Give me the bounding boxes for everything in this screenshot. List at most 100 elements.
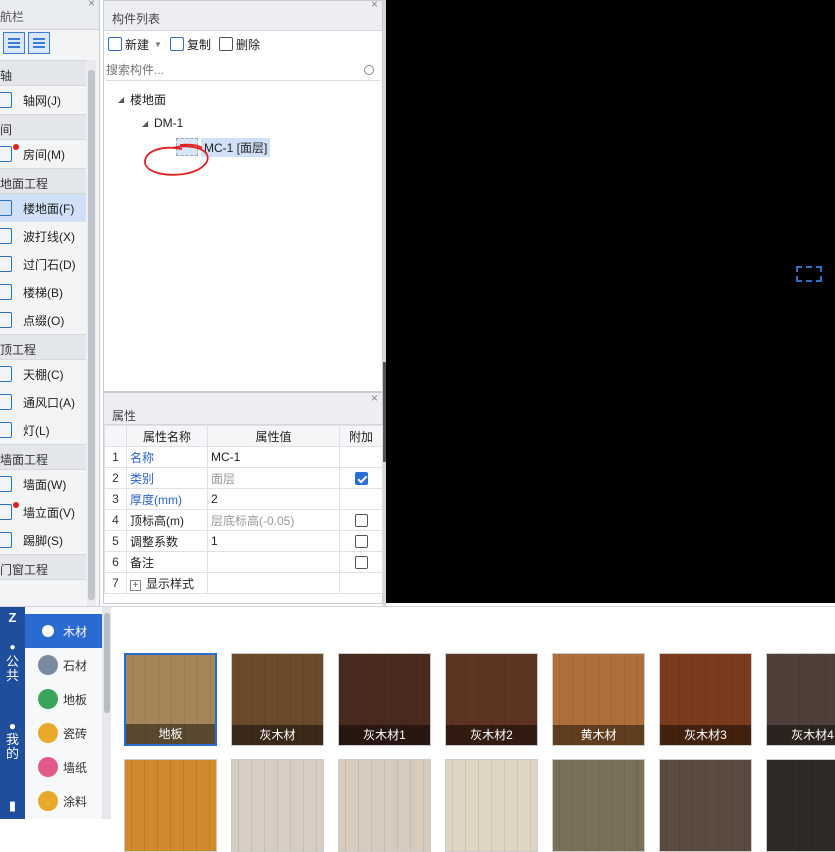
- property-value[interactable]: 层底标高(-0.05): [207, 509, 340, 531]
- nav-category[interactable]: 顶工程: [0, 334, 86, 360]
- properties-close-icon[interactable]: ×: [371, 391, 378, 405]
- material-tile[interactable]: 灰木材: [231, 653, 324, 746]
- property-row[interactable]: 5 调整系数 1: [104, 530, 383, 552]
- material-category-label: 地板: [63, 692, 88, 707]
- component-list-panel: 构件列表 × 新建 ▼ 复制 删除 ◢ 楼地面 ◢ DM-1: [103, 0, 383, 392]
- col-value: 属性值: [207, 425, 340, 447]
- property-value[interactable]: 1: [207, 530, 340, 552]
- nav-item[interactable]: 天棚(C): [0, 360, 86, 388]
- nav-category[interactable]: 地面工程: [0, 168, 86, 194]
- drawing-canvas[interactable]: [386, 0, 835, 603]
- checkbox[interactable]: [354, 514, 368, 528]
- expand-plus-icon[interactable]: +: [130, 579, 141, 591]
- material-category[interactable]: 石材: [25, 648, 102, 682]
- public-library-tab[interactable]: ● 公 共: [0, 641, 25, 683]
- material-category[interactable]: 地板: [25, 682, 102, 716]
- property-row[interactable]: 6 备注: [104, 551, 383, 573]
- nav-item[interactable]: 墙面(W): [0, 470, 86, 498]
- nav-item[interactable]: 灯(L): [0, 416, 86, 444]
- nav-list: 轴轴网(J) 间房间(M) 地面工程楼地面(F) 波打线(X) 过门石(D) 楼梯(B) 点…: [0, 60, 86, 580]
- nav-item[interactable]: 波打线(X): [0, 222, 86, 250]
- copy-button[interactable]: 复制: [169, 36, 211, 53]
- material-tile[interactable]: [124, 759, 217, 852]
- property-value[interactable]: [207, 572, 340, 594]
- checkbox[interactable]: [354, 535, 368, 549]
- material-tile[interactable]: 灰木材3: [659, 653, 752, 746]
- material-tile[interactable]: [231, 759, 324, 852]
- material-tile[interactable]: [445, 759, 538, 852]
- axis-grid-icon: [0, 92, 12, 108]
- row-index: 7: [104, 572, 127, 594]
- building-icon[interactable]: ▮: [0, 799, 25, 813]
- material-tile[interactable]: 灰木材2: [445, 653, 538, 746]
- material-category[interactable]: 木材: [25, 614, 102, 648]
- nav-item[interactable]: 通风口(A): [0, 388, 86, 416]
- material-tile[interactable]: [338, 759, 431, 852]
- property-name-text: 厚度(mm): [130, 492, 182, 507]
- nav-category[interactable]: 墙面工程: [0, 444, 86, 470]
- detail-view-button[interactable]: [28, 32, 50, 54]
- property-row[interactable]: 3 厚度(mm) 2: [104, 488, 383, 510]
- component-close-icon[interactable]: ×: [371, 0, 378, 11]
- material-tile[interactable]: 灰木材4: [766, 653, 835, 746]
- nav-close-icon[interactable]: ×: [88, 0, 95, 10]
- property-row[interactable]: 1 名称 MC-1: [104, 446, 383, 468]
- nav-item-label: 楼地面(F): [23, 201, 75, 216]
- nav-item[interactable]: 点缀(O): [0, 306, 86, 334]
- tree-node-dm1[interactable]: ◢ DM-1: [104, 111, 382, 135]
- material-category[interactable]: 墙纸: [25, 750, 102, 784]
- nav-item-label: 轴网(J): [23, 93, 61, 108]
- copy-icon: [169, 37, 184, 51]
- property-row[interactable]: 2 类别 面层: [104, 467, 383, 489]
- property-row[interactable]: 7 + 显示样式: [104, 572, 383, 594]
- material-tile[interactable]: 黄木材: [552, 653, 645, 746]
- vent-icon: [0, 394, 12, 410]
- chevron-down-icon[interactable]: ▼: [154, 40, 162, 49]
- nav-item[interactable]: 轴网(J): [0, 86, 86, 114]
- nav-category[interactable]: 间: [0, 114, 86, 140]
- delete-button[interactable]: 删除: [218, 36, 260, 53]
- row-index: 4: [104, 509, 127, 531]
- nav-category[interactable]: 轴: [0, 60, 86, 86]
- nav-item[interactable]: 楼梯(B): [0, 278, 86, 306]
- nav-item-label: 墙立面(V): [23, 505, 75, 520]
- material-tile-label: 灰木材: [232, 725, 323, 745]
- checkbox[interactable]: [354, 556, 368, 570]
- nav-item[interactable]: 踢脚(S): [0, 526, 86, 554]
- nav-category[interactable]: 门窗工程: [0, 554, 86, 580]
- my-library-tab[interactable]: ● 我 的: [0, 719, 25, 761]
- material-tile[interactable]: [552, 759, 645, 852]
- property-extra: [339, 467, 383, 489]
- material-tile[interactable]: 灰木材1: [338, 653, 431, 746]
- nav-scroll-thumb[interactable]: [88, 70, 95, 600]
- search-input[interactable]: [106, 62, 364, 77]
- material-scroll-thumb[interactable]: [104, 613, 110, 713]
- library-logo: Z: [8, 610, 17, 625]
- material-category[interactable]: 瓷砖: [25, 716, 102, 750]
- list-view-button[interactable]: [3, 32, 25, 54]
- material-tile[interactable]: [659, 759, 752, 852]
- material-category-label: 墙纸: [63, 760, 88, 775]
- property-value[interactable]: 2: [207, 488, 340, 510]
- nav-scrollbar[interactable]: [87, 60, 96, 606]
- nav-item[interactable]: 房间(M): [0, 140, 86, 168]
- material-tile[interactable]: 地板: [124, 653, 217, 746]
- property-extra: [339, 572, 383, 594]
- property-value[interactable]: MC-1: [207, 446, 340, 468]
- tree-node-root[interactable]: ◢ 楼地面: [104, 87, 382, 111]
- material-category[interactable]: 涂料: [25, 784, 102, 818]
- expand-icon[interactable]: ◢: [142, 119, 154, 128]
- property-value[interactable]: [207, 551, 340, 573]
- search-icon[interactable]: [364, 64, 374, 75]
- nav-item[interactable]: 墙立面(V): [0, 498, 86, 526]
- property-row[interactable]: 4 顶标高(m) 层底标高(-0.05): [104, 509, 383, 531]
- expand-icon[interactable]: ◢: [118, 95, 130, 104]
- property-value[interactable]: 面层: [207, 467, 340, 489]
- new-button[interactable]: 新建 ▼: [108, 36, 162, 53]
- checkbox[interactable]: [354, 472, 368, 486]
- material-tile[interactable]: [766, 759, 835, 852]
- nav-item[interactable]: 过门石(D): [0, 250, 86, 278]
- library-sidebar: Z ● 公 共 ● 我 的 ▮: [0, 607, 25, 819]
- material-scrollbar[interactable]: [103, 607, 111, 819]
- nav-item[interactable]: 楼地面(F): [0, 194, 86, 222]
